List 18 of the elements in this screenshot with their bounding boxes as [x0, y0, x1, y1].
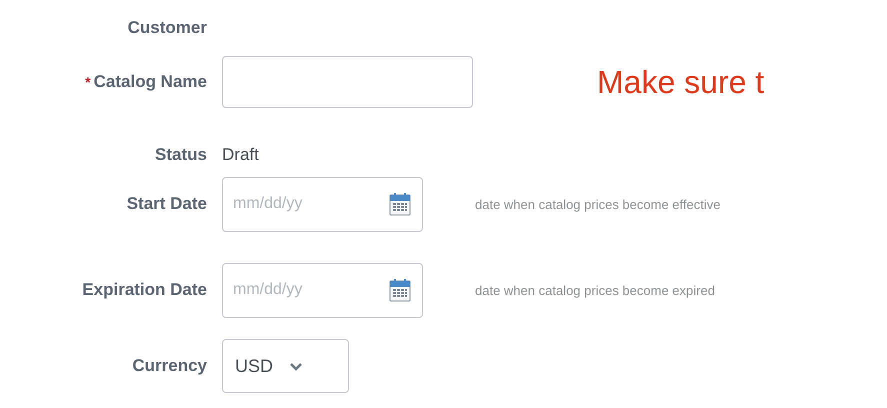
status-value: Draft [222, 145, 259, 165]
field-label: Status [155, 145, 207, 165]
field-label: Catalog Name [94, 72, 207, 92]
field-label: Customer [128, 18, 207, 38]
date-field[interactable]: mm/dd/yy [222, 176, 423, 232]
chevron-down-icon [289, 362, 304, 370]
date-field[interactable]: mm/dd/yy [222, 262, 423, 318]
field-hint: date when catalog prices become effective [475, 196, 720, 212]
catalog-name-field[interactable] [222, 56, 473, 108]
calendar-icon[interactable] [389, 278, 411, 302]
required-mark: * [85, 74, 91, 90]
calendar-icon[interactable] [389, 192, 411, 216]
field-hint: date when catalog prices become expired [475, 282, 715, 298]
warning-message: Make sure t [597, 64, 764, 100]
field-label: Currency [132, 356, 207, 376]
field-label: Expiration Date [82, 280, 207, 300]
field-label: Start Date [126, 194, 207, 214]
currency-dropdown[interactable]: USD [222, 339, 349, 393]
